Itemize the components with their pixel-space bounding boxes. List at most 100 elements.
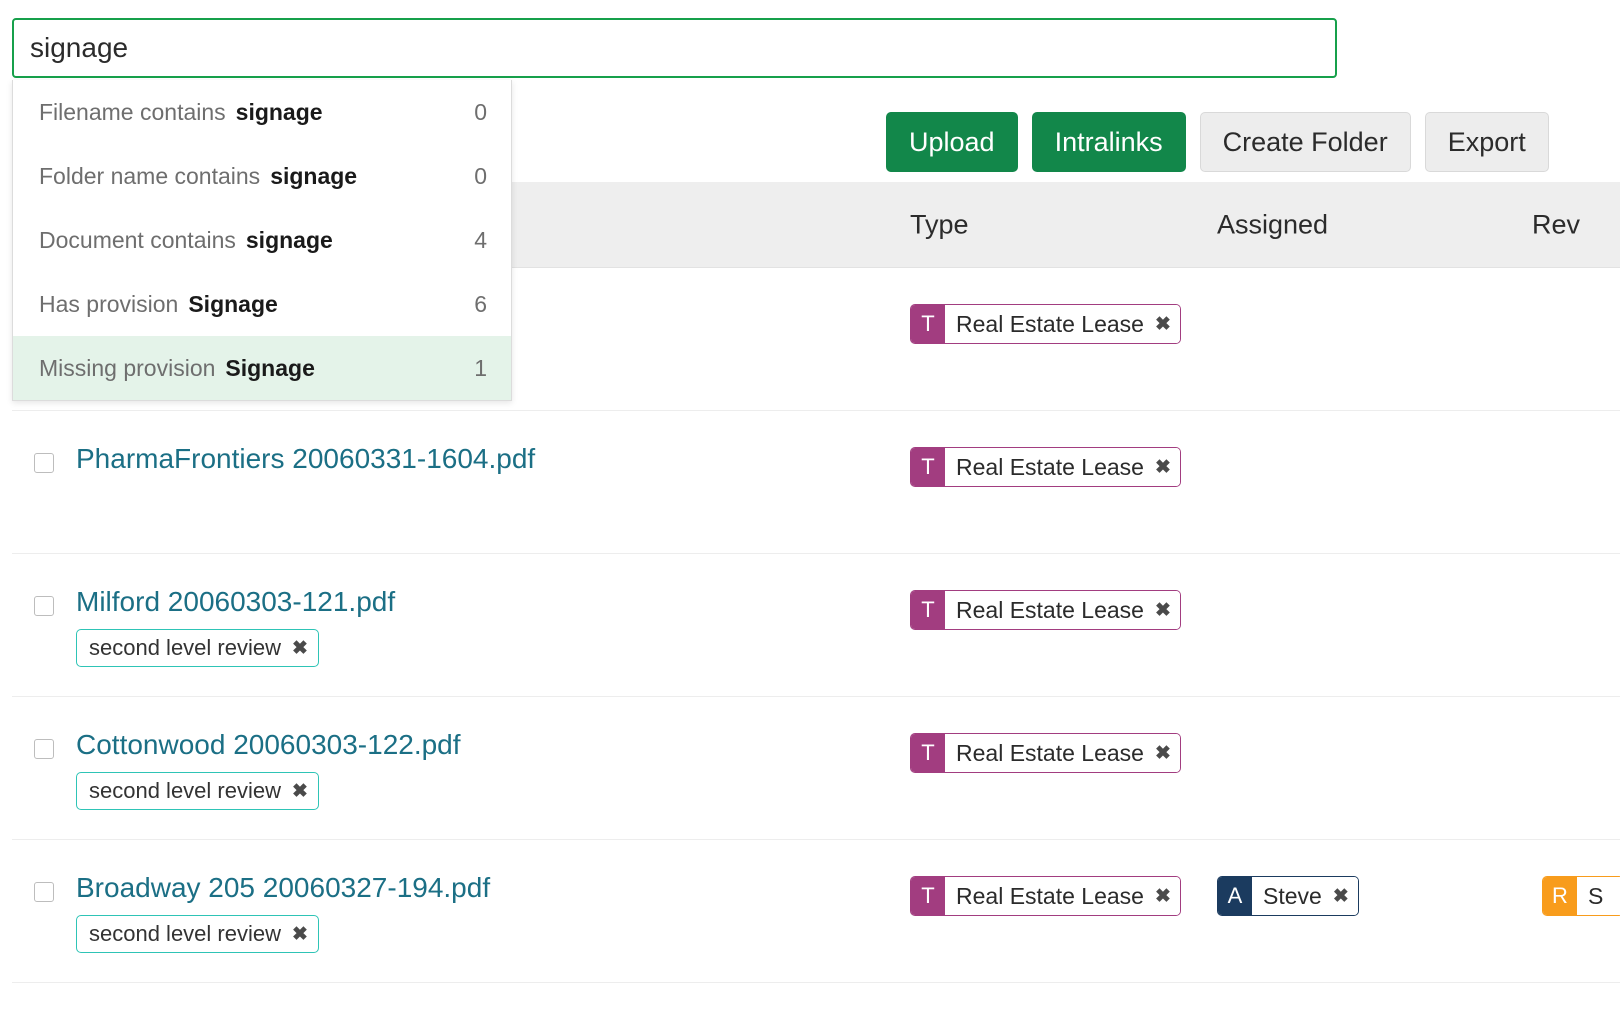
document-link[interactable]: PharmaFrontiers 20060331-1604.pdf	[76, 443, 535, 474]
type-chip[interactable]: T Real Estate Lease ✖	[910, 876, 1181, 916]
review-chip[interactable]: RS	[1542, 876, 1620, 916]
type-chip-body: Real Estate Lease ✖	[945, 734, 1180, 772]
type-cell: T Real Estate Lease ✖	[910, 876, 1181, 916]
type-cell: T Real Estate Lease ✖	[910, 304, 1181, 344]
remove-icon[interactable]: ✖	[1155, 313, 1171, 336]
type-chip-body: Real Estate Lease ✖	[945, 591, 1180, 629]
suggestion-label: Filename contains	[39, 98, 226, 125]
search-box	[12, 18, 1337, 78]
remove-icon[interactable]: ✖	[1155, 885, 1171, 908]
remove-icon[interactable]: ✖	[292, 637, 308, 660]
remove-icon[interactable]: ✖	[1155, 456, 1171, 479]
document-tag-label: second level review	[89, 921, 281, 947]
column-header-assigned[interactable]: Assigned	[1217, 209, 1328, 240]
suggestion-count: 0	[474, 98, 487, 125]
type-cell: T Real Estate Lease ✖	[910, 733, 1181, 773]
type-chip-label: Real Estate Lease	[956, 739, 1144, 766]
row-checkbox[interactable]	[34, 596, 54, 616]
document-tag[interactable]: second level review ✖	[76, 772, 319, 811]
document-link[interactable]: Cottonwood 20060303-122.pdf	[76, 729, 461, 760]
name-block: Broadway 205 20060327-194.pdf second leve…	[76, 872, 490, 954]
name-cell: Broadway 205 20060327-194.pdf second leve…	[34, 872, 490, 954]
intralinks-button[interactable]: Intralinks	[1031, 112, 1186, 172]
table-row: PharmaFrontiers 20060331-1604.pdf T Real E…	[12, 411, 1620, 554]
remove-icon[interactable]: ✖	[292, 780, 308, 803]
type-chip[interactable]: T Real Estate Lease ✖	[910, 447, 1181, 487]
name-cell: PharmaFrontiers 20060331-1604.pdf	[34, 443, 535, 474]
type-badge-icon: T	[911, 305, 945, 343]
suggestion-item[interactable]: Folder name contains signage 0	[13, 144, 511, 208]
review-badge-icon: R	[1543, 877, 1577, 915]
suggestion-count: 1	[474, 354, 487, 381]
suggestion-item[interactable]: Document contains signage 4	[13, 208, 511, 272]
assigned-cell: A Steve ✖	[1217, 876, 1359, 916]
type-chip-label: Real Estate Lease	[956, 453, 1144, 480]
suggestion-term: Signage	[225, 354, 315, 381]
remove-icon[interactable]: ✖	[292, 923, 308, 946]
review-chip-label: S	[1588, 882, 1604, 909]
export-button[interactable]: Export	[1424, 112, 1549, 172]
suggestion-item[interactable]: Missing provision Signage 1	[13, 336, 511, 400]
document-list-page: Upload Intralinks Create Folder Export T…	[0, 0, 1620, 1012]
suggestion-label: Missing provision	[39, 354, 216, 381]
document-tag[interactable]: second level review ✖	[76, 629, 319, 668]
type-chip[interactable]: T Real Estate Lease ✖	[910, 304, 1181, 344]
type-chip-body: Real Estate Lease ✖	[945, 305, 1180, 343]
remove-icon[interactable]: ✖	[1155, 742, 1171, 765]
create-folder-button[interactable]: Create Folder	[1199, 112, 1411, 172]
type-chip-label: Real Estate Lease	[956, 310, 1144, 337]
name-block: Cottonwood 20060303-122.pdf second level …	[76, 729, 461, 811]
suggestion-term: signage	[270, 162, 358, 189]
document-link[interactable]: Milford 20060303-121.pdf	[76, 586, 395, 617]
type-chip-body: Real Estate Lease ✖	[945, 448, 1180, 486]
suggestion-item[interactable]: Filename contains signage 0	[13, 80, 511, 144]
type-cell: T Real Estate Lease ✖	[910, 447, 1181, 487]
search-input[interactable]	[12, 18, 1337, 78]
column-header-review[interactable]: Rev	[1532, 209, 1580, 240]
type-chip[interactable]: T Real Estate Lease ✖	[910, 590, 1181, 630]
suggestion-count: 6	[474, 290, 487, 317]
table-row: Cottonwood 20060303-122.pdf second level …	[12, 697, 1620, 840]
assigned-chip[interactable]: A Steve ✖	[1217, 876, 1359, 916]
row-checkbox[interactable]	[34, 453, 54, 473]
assigned-chip-label: Steve	[1263, 882, 1322, 909]
suggestion-item[interactable]: Has provision Signage 6	[13, 272, 511, 336]
type-chip[interactable]: T Real Estate Lease ✖	[910, 733, 1181, 773]
type-badge-icon: T	[911, 877, 945, 915]
type-badge-icon: T	[911, 448, 945, 486]
type-chip-label: Real Estate Lease	[956, 596, 1144, 623]
name-block: Milford 20060303-121.pdf second level rev…	[76, 586, 395, 668]
table-row: Milford 20060303-121.pdf second level rev…	[12, 554, 1620, 697]
search-suggestions-dropdown: Filename contains signage 0 Folder name con…	[12, 80, 512, 401]
document-tag-label: second level review	[89, 635, 281, 661]
name-cell: Cottonwood 20060303-122.pdf second level …	[34, 729, 461, 811]
row-checkbox[interactable]	[34, 882, 54, 902]
type-chip-body: Real Estate Lease ✖	[945, 877, 1180, 915]
remove-icon[interactable]: ✖	[1155, 599, 1171, 622]
suggestion-term: signage	[235, 98, 323, 125]
suggestion-count: 0	[474, 162, 487, 189]
suggestion-term: signage	[245, 226, 333, 253]
assignee-badge-icon: A	[1218, 877, 1252, 915]
document-tag[interactable]: second level review ✖	[76, 915, 319, 954]
suggestion-term: Signage	[188, 290, 278, 317]
upload-button[interactable]: Upload	[886, 112, 1018, 172]
suggestion-label: Folder name contains	[39, 162, 261, 189]
review-cell: RS	[1542, 876, 1620, 916]
row-checkbox[interactable]	[34, 739, 54, 759]
type-cell: T Real Estate Lease ✖	[910, 590, 1181, 630]
suggestion-label: Document contains	[39, 226, 236, 253]
type-chip-label: Real Estate Lease	[956, 882, 1144, 909]
document-tag-label: second level review	[89, 778, 281, 804]
suggestion-count: 4	[474, 226, 487, 253]
assigned-chip-body: Steve ✖	[1252, 877, 1358, 915]
table-row: Broadway 205 20060327-194.pdf second leve…	[12, 840, 1620, 983]
review-chip-body: S	[1577, 877, 1620, 915]
remove-icon[interactable]: ✖	[1333, 885, 1349, 908]
column-header-type[interactable]: Type	[910, 209, 969, 240]
document-link[interactable]: Broadway 205 20060327-194.pdf	[76, 872, 490, 903]
suggestion-label: Has provision	[39, 290, 179, 317]
toolbar: Upload Intralinks Create Folder Export	[886, 112, 1549, 172]
type-badge-icon: T	[911, 591, 945, 629]
name-cell: Milford 20060303-121.pdf second level rev…	[34, 586, 395, 668]
